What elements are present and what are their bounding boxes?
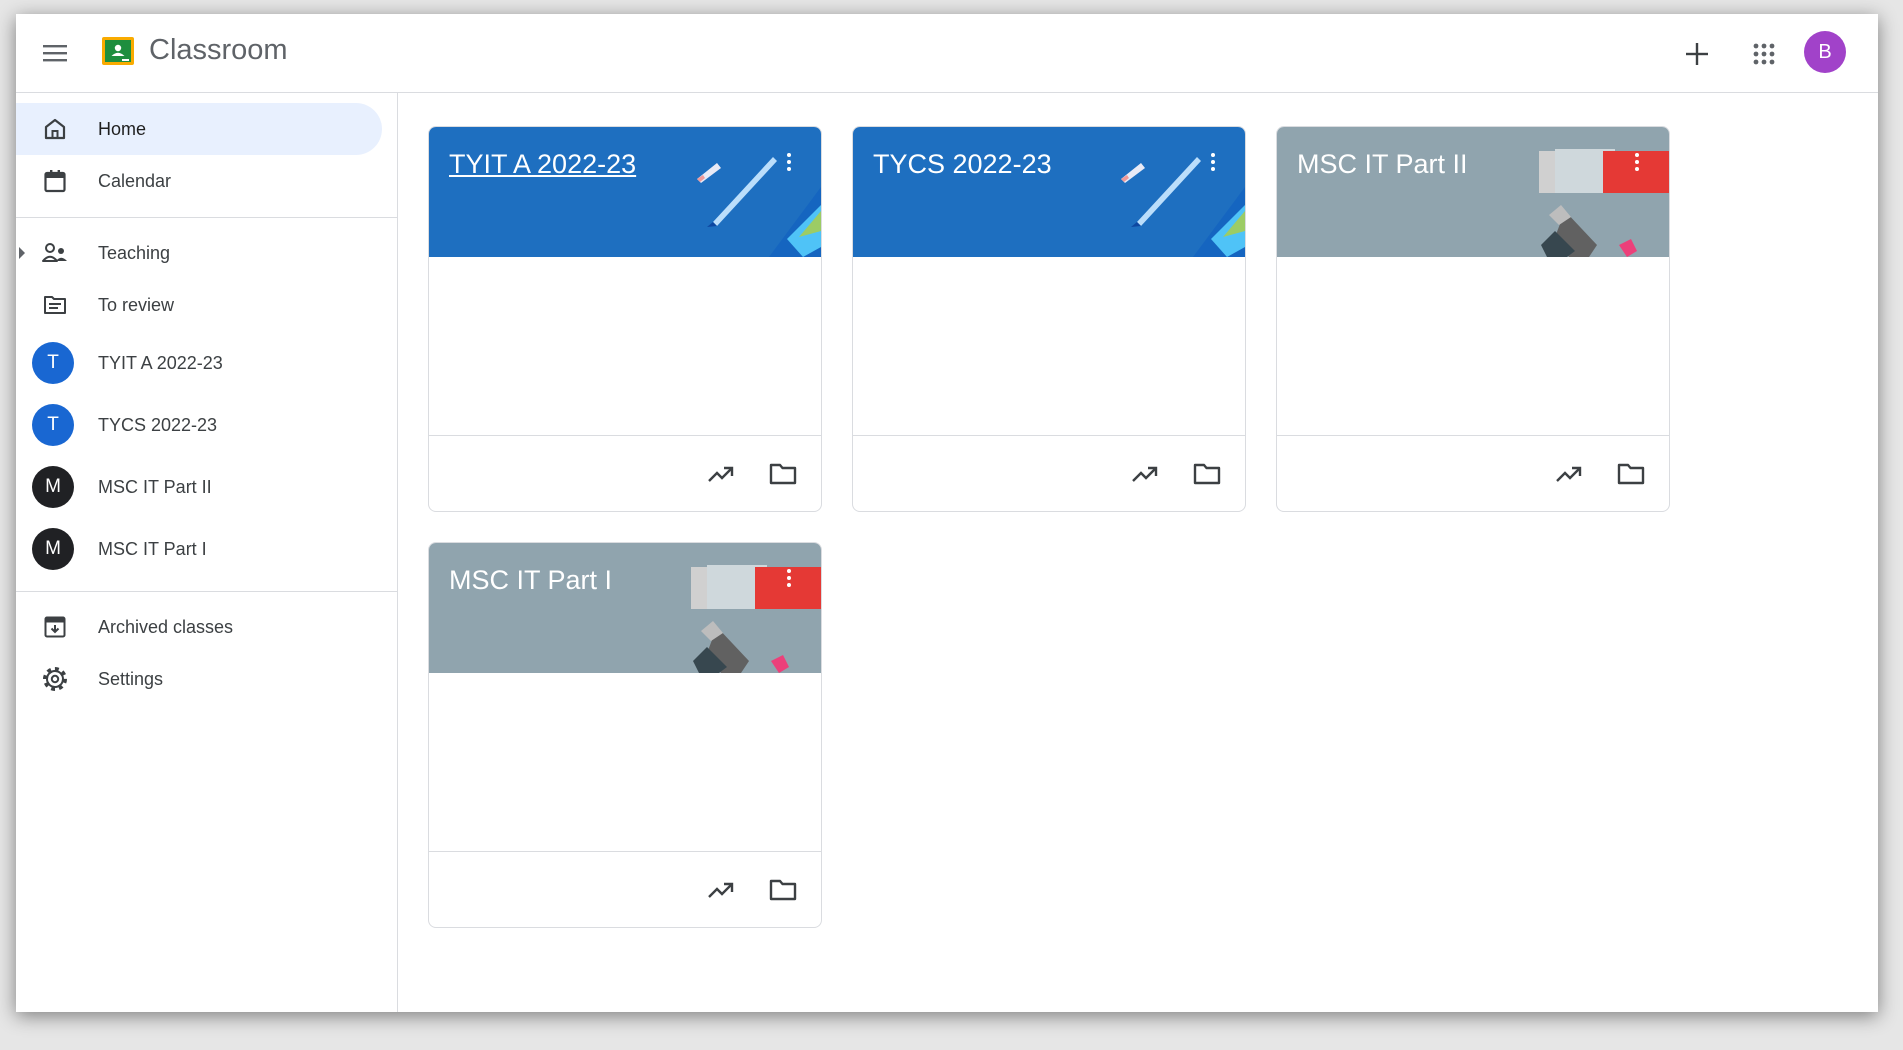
class-card-title[interactable]: TYCS 2022-23 (873, 149, 1052, 180)
create-or-join-class-button[interactable] (1681, 38, 1713, 70)
card-more-options-button[interactable] (1209, 153, 1217, 175)
nav-home-label: Home (98, 118, 147, 139)
expand-arrow-icon[interactable] (19, 247, 25, 259)
pencils-art (1121, 157, 1245, 257)
trending-up-icon (1556, 466, 1582, 482)
class-card-header[interactable]: TYIT A 2022-23 (429, 127, 821, 257)
home-icon (40, 114, 70, 144)
folder-icon (1193, 463, 1221, 485)
class-card-header[interactable]: MSC IT Part I (429, 543, 821, 673)
trending-up-icon (708, 882, 734, 898)
navigation-drawer: Home Calendar Teaching To review T TYIT … (16, 93, 398, 1012)
calendar-icon (40, 166, 70, 196)
nav-settings-label: Settings (98, 668, 164, 689)
nav-archived-label: Archived classes (98, 616, 234, 637)
class-card: MSC IT Part I (428, 542, 822, 928)
nav-archived-classes[interactable]: Archived classes (16, 601, 382, 653)
main-menu-button[interactable] (38, 36, 72, 70)
top-app-bar: Classroom B (16, 14, 1878, 93)
open-gradebook-button[interactable] (703, 456, 739, 492)
nav-settings[interactable]: Settings (16, 653, 382, 705)
card-more-options-button[interactable] (1633, 153, 1641, 175)
open-class-drive-folder-button[interactable] (765, 872, 801, 908)
classroom-window: Classroom B Home Calendar Teaching To re… (16, 14, 1878, 1012)
class-avatar: T (32, 342, 74, 384)
nav-calendar[interactable]: Calendar (16, 155, 382, 207)
card-more-options-button[interactable] (785, 569, 793, 591)
nav-class-tycs[interactable]: T TYCS 2022-23 (16, 394, 382, 456)
nav-class-msc-it-part-i[interactable]: M MSC IT Part I (16, 518, 382, 580)
class-card: TYCS 2022-23 (852, 126, 1246, 512)
plus-icon (1686, 43, 1708, 65)
nav-home[interactable]: Home (16, 103, 382, 155)
class-card-title[interactable]: MSC IT Part I (449, 565, 612, 596)
nav-to-review[interactable]: To review (16, 279, 382, 331)
app-title[interactable]: Classroom (149, 34, 288, 67)
open-class-drive-folder-button[interactable] (1189, 456, 1225, 492)
class-name-label: TYCS 2022-23 (98, 414, 218, 435)
class-card-footer (429, 851, 821, 927)
class-card: MSC IT Part II (1276, 126, 1670, 512)
sidebar-divider (16, 217, 397, 218)
google-apps-button[interactable] (1748, 38, 1780, 70)
class-card-title[interactable]: MSC IT Part II (1297, 149, 1468, 180)
paint-tube-art (691, 565, 821, 673)
folder-icon (769, 463, 797, 485)
google-apps-grid-icon (1753, 43, 1775, 65)
open-gradebook-button[interactable] (1127, 456, 1163, 492)
class-card-footer (853, 435, 1245, 511)
class-avatar: M (32, 466, 74, 508)
pencils-art (697, 157, 821, 257)
trending-up-icon (1132, 466, 1158, 482)
open-class-drive-folder-button[interactable] (765, 456, 801, 492)
nav-class-tyit-a[interactable]: T TYIT A 2022-23 (16, 332, 382, 394)
open-gradebook-button[interactable] (703, 872, 739, 908)
archive-icon (40, 612, 70, 642)
settings-gear-icon (40, 664, 70, 694)
class-card-header[interactable]: MSC IT Part II (1277, 127, 1669, 257)
nav-teaching[interactable]: Teaching (16, 227, 382, 279)
classroom-logo-icon (102, 37, 134, 65)
class-name-label: MSC IT Part I (98, 538, 207, 559)
to-review-icon (40, 290, 70, 320)
nav-class-msc-it-part-ii[interactable]: M MSC IT Part II (16, 456, 382, 518)
account-avatar[interactable]: B (1804, 31, 1846, 73)
class-card-footer (429, 435, 821, 511)
sidebar-divider (16, 591, 397, 592)
nav-teaching-label: Teaching (98, 242, 171, 263)
class-card-title[interactable]: TYIT A 2022-23 (449, 149, 636, 180)
trending-up-icon (708, 466, 734, 482)
teaching-people-icon (40, 238, 70, 268)
nav-calendar-label: Calendar (98, 170, 172, 191)
card-more-options-button[interactable] (785, 153, 793, 175)
nav-to-review-label: To review (98, 294, 175, 315)
class-name-label: TYIT A 2022-23 (98, 352, 223, 373)
class-name-label: MSC IT Part II (98, 476, 212, 497)
class-avatar: T (32, 404, 74, 446)
open-gradebook-button[interactable] (1551, 456, 1587, 492)
class-card-footer (1277, 435, 1669, 511)
folder-icon (1617, 463, 1645, 485)
folder-icon (769, 879, 797, 901)
open-class-drive-folder-button[interactable] (1613, 456, 1649, 492)
class-card-header[interactable]: TYCS 2022-23 (853, 127, 1245, 257)
paint-tube-art (1539, 149, 1669, 257)
hamburger-menu-icon (43, 45, 67, 62)
class-card: TYIT A 2022-23 (428, 126, 822, 512)
class-avatar: M (32, 528, 74, 570)
